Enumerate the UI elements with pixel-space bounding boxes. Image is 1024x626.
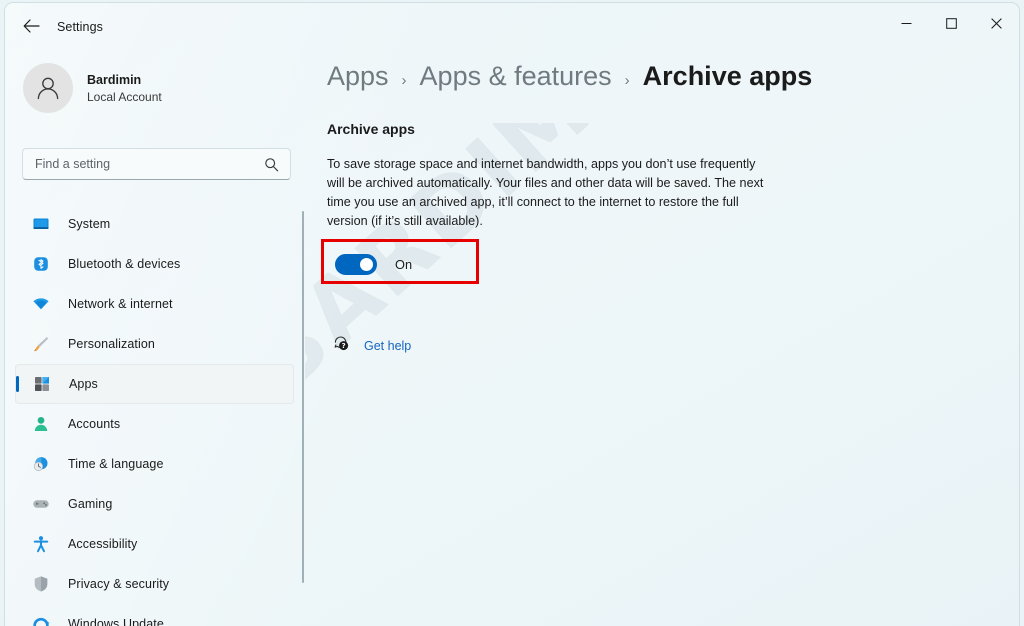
- clock-globe-icon: [31, 454, 51, 474]
- toggle-knob: [360, 257, 373, 271]
- sidebar-item-bluetooth-devices[interactable]: Bluetooth & devices: [15, 244, 294, 284]
- back-arrow-icon: [23, 19, 40, 33]
- profile-subtitle: Local Account: [87, 89, 162, 104]
- get-help-link[interactable]: ? Get help: [327, 335, 411, 357]
- help-question-icon: ?: [333, 335, 350, 357]
- archive-apps-toggle-row: On: [321, 239, 479, 284]
- sidebar-item-accessibility[interactable]: Accessibility: [15, 524, 294, 564]
- avatar: [23, 63, 73, 113]
- search-icon: [260, 157, 290, 172]
- sidebar-item-label: Apps: [69, 377, 98, 391]
- bluetooth-icon: [31, 254, 51, 274]
- breadcrumb: Apps › Apps & features › Archive apps: [327, 61, 987, 92]
- sidebar-item-label: Privacy & security: [68, 577, 170, 591]
- archive-apps-toggle[interactable]: [335, 253, 377, 275]
- archive-apps-description: To save storage space and internet bandw…: [327, 157, 764, 228]
- close-button[interactable]: [974, 3, 1019, 43]
- breadcrumb-item-archive-apps: Archive apps: [642, 61, 813, 91]
- windows-update-icon: [31, 614, 51, 626]
- sidebar-item-personalization[interactable]: Personalization: [15, 324, 294, 364]
- profile-name: Bardimin: [87, 72, 142, 87]
- sidebar-item-label: Accounts: [68, 417, 121, 431]
- minimize-icon: [901, 22, 912, 24]
- profile-card[interactable]: Bardimin Local Account: [23, 63, 162, 113]
- sidebar-item-label: Windows Update: [68, 617, 164, 626]
- breadcrumb-item-apps[interactable]: Apps: [327, 61, 389, 92]
- sidebar-item-system[interactable]: System: [15, 204, 294, 244]
- content-pane: Apps › Apps & features › Archive apps Ar…: [321, 47, 987, 357]
- sidebar-item-windows-update[interactable]: Windows Update: [15, 604, 294, 626]
- settings-window: BARDIMIN Settings Bardimin Local Account…: [4, 2, 1020, 626]
- sidebar-item-label: Gaming: [68, 497, 113, 511]
- breadcrumb-separator: ›: [401, 72, 407, 89]
- shield-icon: [31, 574, 51, 594]
- screenshot-root: BARDIMIN Settings Bardimin Local Account…: [0, 0, 1024, 626]
- sidebar-item-label: Personalization: [68, 337, 155, 351]
- wifi-icon: [31, 294, 51, 314]
- breadcrumb-item-apps-features[interactable]: Apps & features: [420, 61, 612, 92]
- breadcrumb-separator: ›: [624, 72, 630, 89]
- sidebar-item-label: Accessibility: [68, 537, 138, 551]
- sidebar-item-network-internet[interactable]: Network & internet: [15, 284, 294, 324]
- apps-grid-icon: [32, 374, 52, 394]
- gamepad-icon: [31, 494, 51, 514]
- maximize-button[interactable]: [929, 3, 974, 43]
- sidebar-item-label: System: [68, 217, 111, 231]
- search-input[interactable]: [23, 157, 260, 171]
- minimize-button[interactable]: [884, 3, 929, 43]
- sidebar-item-label: Bluetooth & devices: [68, 257, 181, 271]
- person-avatar-icon: [37, 77, 59, 100]
- accessibility-person-icon: [31, 534, 51, 554]
- back-button[interactable]: [17, 12, 45, 40]
- svg-text:?: ?: [342, 342, 346, 350]
- sidebar-item-time-language[interactable]: Time & language: [15, 444, 294, 484]
- get-help-label: Get help: [364, 339, 412, 353]
- sidebar-item-gaming[interactable]: Gaming: [15, 484, 294, 524]
- sidebar: Bardimin Local Account Find a setting Sy…: [5, 47, 301, 626]
- nav-list: System Bluetooth & devices Network & int…: [15, 204, 294, 626]
- paintbrush-icon: [31, 334, 51, 354]
- sidebar-item-label: Time & language: [68, 457, 164, 471]
- sidebar-item-label: Network & internet: [68, 297, 173, 311]
- title-bar: Settings: [5, 3, 1019, 47]
- sidebar-item-accounts[interactable]: Accounts: [15, 404, 294, 444]
- content-scrollbar[interactable]: [302, 211, 304, 583]
- archive-apps-toggle-state: On: [395, 256, 413, 272]
- window-controls: [884, 3, 1019, 43]
- page-title: Archive apps: [327, 121, 415, 137]
- search-box[interactable]: [22, 148, 291, 180]
- maximize-icon: [946, 17, 957, 29]
- person-icon: [31, 414, 51, 434]
- close-icon: [991, 17, 1002, 29]
- app-title: Settings: [57, 20, 103, 34]
- sidebar-item-privacy-security[interactable]: Privacy & security: [15, 564, 294, 604]
- sidebar-item-apps[interactable]: Apps: [15, 364, 294, 404]
- monitor-icon: [31, 214, 51, 234]
